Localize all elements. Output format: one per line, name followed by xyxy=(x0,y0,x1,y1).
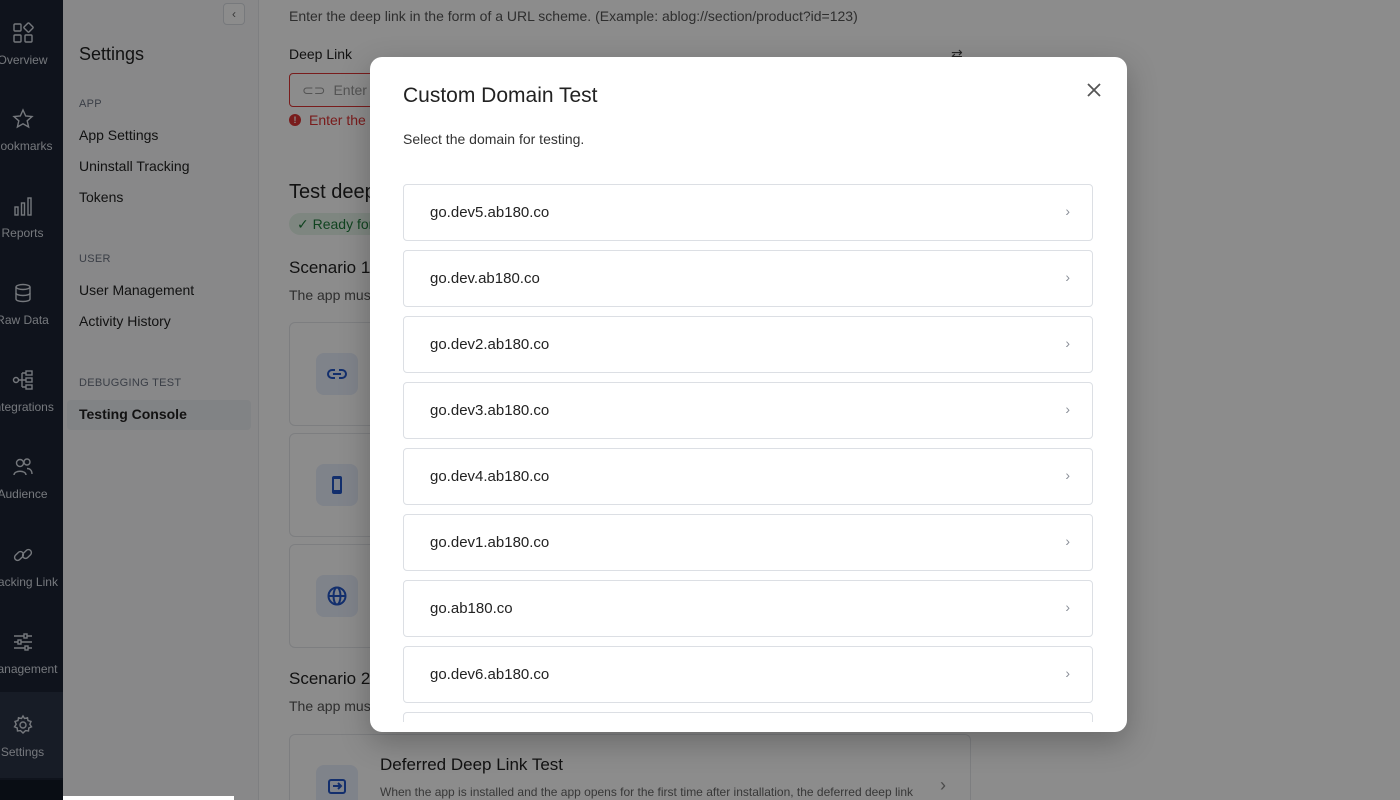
domain-label: go.dev3.ab180.co xyxy=(430,402,550,419)
chevron-right-icon: › xyxy=(1065,203,1070,219)
domain-label: go.dev5.ab180.co xyxy=(430,204,550,221)
modal-title: Custom Domain Test xyxy=(403,84,598,107)
chevron-right-icon: › xyxy=(1065,401,1070,417)
chevron-right-icon: › xyxy=(1065,269,1070,285)
close-button[interactable] xyxy=(1083,79,1105,101)
domain-option[interactable]: go.dev4.ab180.co › xyxy=(403,448,1093,505)
custom-domain-test-modal: Custom Domain Test Select the domain for… xyxy=(370,57,1127,732)
domain-label: go.ab180.co xyxy=(430,600,513,617)
domain-list: go.dev5.ab180.co › go.dev.ab180.co › go.… xyxy=(403,184,1093,722)
bottom-strip xyxy=(63,796,234,800)
chevron-right-icon: › xyxy=(1065,533,1070,549)
chevron-right-icon: › xyxy=(1065,665,1070,681)
domain-option[interactable]: go.ab180.co › xyxy=(403,580,1093,637)
domain-option[interactable]: go.dev.ab180.co › xyxy=(403,250,1093,307)
close-icon xyxy=(1087,83,1101,97)
domain-option-partial[interactable] xyxy=(403,712,1093,722)
domain-option[interactable]: go.dev6.ab180.co › xyxy=(403,646,1093,703)
chevron-right-icon: › xyxy=(1065,599,1070,615)
domain-label: go.dev1.ab180.co xyxy=(430,534,550,551)
modal-subtitle: Select the domain for testing. xyxy=(403,131,585,147)
domain-option[interactable]: go.dev3.ab180.co › xyxy=(403,382,1093,439)
domain-option[interactable]: go.dev5.ab180.co › xyxy=(403,184,1093,241)
domain-label: go.dev6.ab180.co xyxy=(430,666,550,683)
chevron-right-icon: › xyxy=(1065,335,1070,351)
domain-option[interactable]: go.dev2.ab180.co › xyxy=(403,316,1093,373)
chevron-right-icon: › xyxy=(1065,467,1070,483)
domain-option[interactable]: go.dev1.ab180.co › xyxy=(403,514,1093,571)
domain-label: go.dev.ab180.co xyxy=(430,270,540,287)
domain-label: go.dev2.ab180.co xyxy=(430,336,550,353)
domain-label: go.dev4.ab180.co xyxy=(430,468,550,485)
